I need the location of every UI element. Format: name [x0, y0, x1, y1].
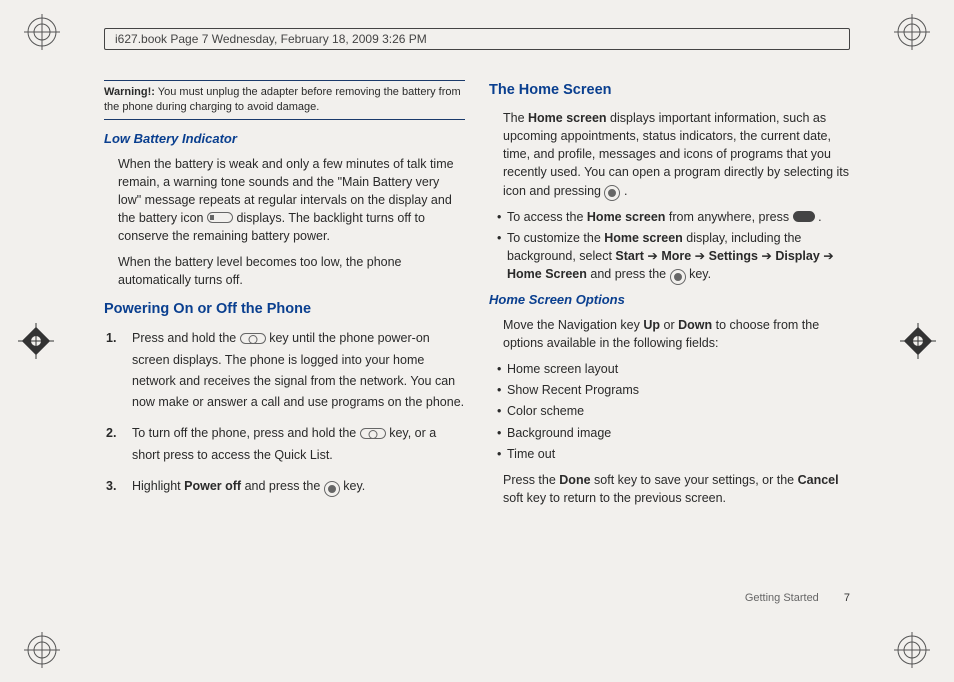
ok-key-icon: [604, 185, 620, 201]
done-cancel: Press the Done soft key to save your set…: [503, 471, 850, 507]
list-item: Color scheme: [497, 402, 850, 420]
page-content: Warning!: You must unplug the adapter be…: [104, 80, 850, 622]
page-number: 7: [844, 592, 850, 604]
header-stamp: i627.book Page 7 Wednesday, February 18,…: [104, 28, 850, 50]
ok-key-icon: [324, 481, 340, 497]
list-item: 1. Press and hold the key until the phon…: [132, 328, 465, 413]
heading-low-battery: Low Battery Indicator: [104, 130, 465, 149]
low-batt-p2: When the battery level becomes too low, …: [118, 253, 465, 289]
options-list: Home screen layout Show Recent Programs …: [489, 360, 850, 463]
warning-text: You must unplug the adapter before remov…: [104, 86, 461, 113]
list-item: To customize the Home screen display, in…: [497, 229, 850, 283]
list-item: 3. Highlight Power off and press the key…: [132, 476, 465, 497]
warning-box: Warning!: You must unplug the adapter be…: [104, 80, 465, 120]
home-bullets: To access the Home screen from anywhere,…: [489, 208, 850, 284]
list-item: Home screen layout: [497, 360, 850, 378]
reg-mark-circle: [894, 632, 930, 668]
home-key-icon: [793, 211, 815, 222]
left-column: Warning!: You must unplug the adapter be…: [104, 80, 465, 622]
list-item: To access the Home screen from anywhere,…: [497, 208, 850, 226]
reg-mark-circle: [24, 14, 60, 50]
power-key-icon: [360, 428, 386, 439]
list-item: 2. To turn off the phone, press and hold…: [132, 423, 465, 466]
list-item: Background image: [497, 424, 850, 442]
power-steps: 1. Press and hold the key until the phon…: [104, 328, 465, 497]
reg-mark-diamond: [900, 323, 936, 359]
heading-home-options: Home Screen Options: [489, 291, 850, 310]
reg-mark-circle: [894, 14, 930, 50]
step-number: 1.: [106, 328, 116, 349]
opts-intro: Move the Navigation key Up or Down to ch…: [503, 316, 850, 352]
list-item: Show Recent Programs: [497, 381, 850, 399]
step-number: 3.: [106, 476, 116, 497]
home-p1: The Home screen displays important infor…: [503, 109, 850, 200]
warning-label: Warning!:: [104, 86, 155, 98]
heading-power: Powering On or Off the Phone: [104, 299, 465, 320]
reg-mark-circle: [24, 632, 60, 668]
low-batt-p1: When the battery is weak and only a few …: [118, 155, 465, 246]
reg-mark-diamond: [18, 323, 54, 359]
page-footer: Getting Started 7: [745, 592, 850, 604]
step-number: 2.: [106, 423, 116, 444]
right-column: The Home Screen The Home screen displays…: [489, 80, 850, 622]
battery-icon: [207, 212, 233, 223]
power-key-icon: [240, 333, 266, 344]
ok-key-icon: [670, 269, 686, 285]
list-item: Time out: [497, 445, 850, 463]
heading-home: The Home Screen: [489, 80, 850, 101]
footer-section: Getting Started: [745, 592, 819, 604]
